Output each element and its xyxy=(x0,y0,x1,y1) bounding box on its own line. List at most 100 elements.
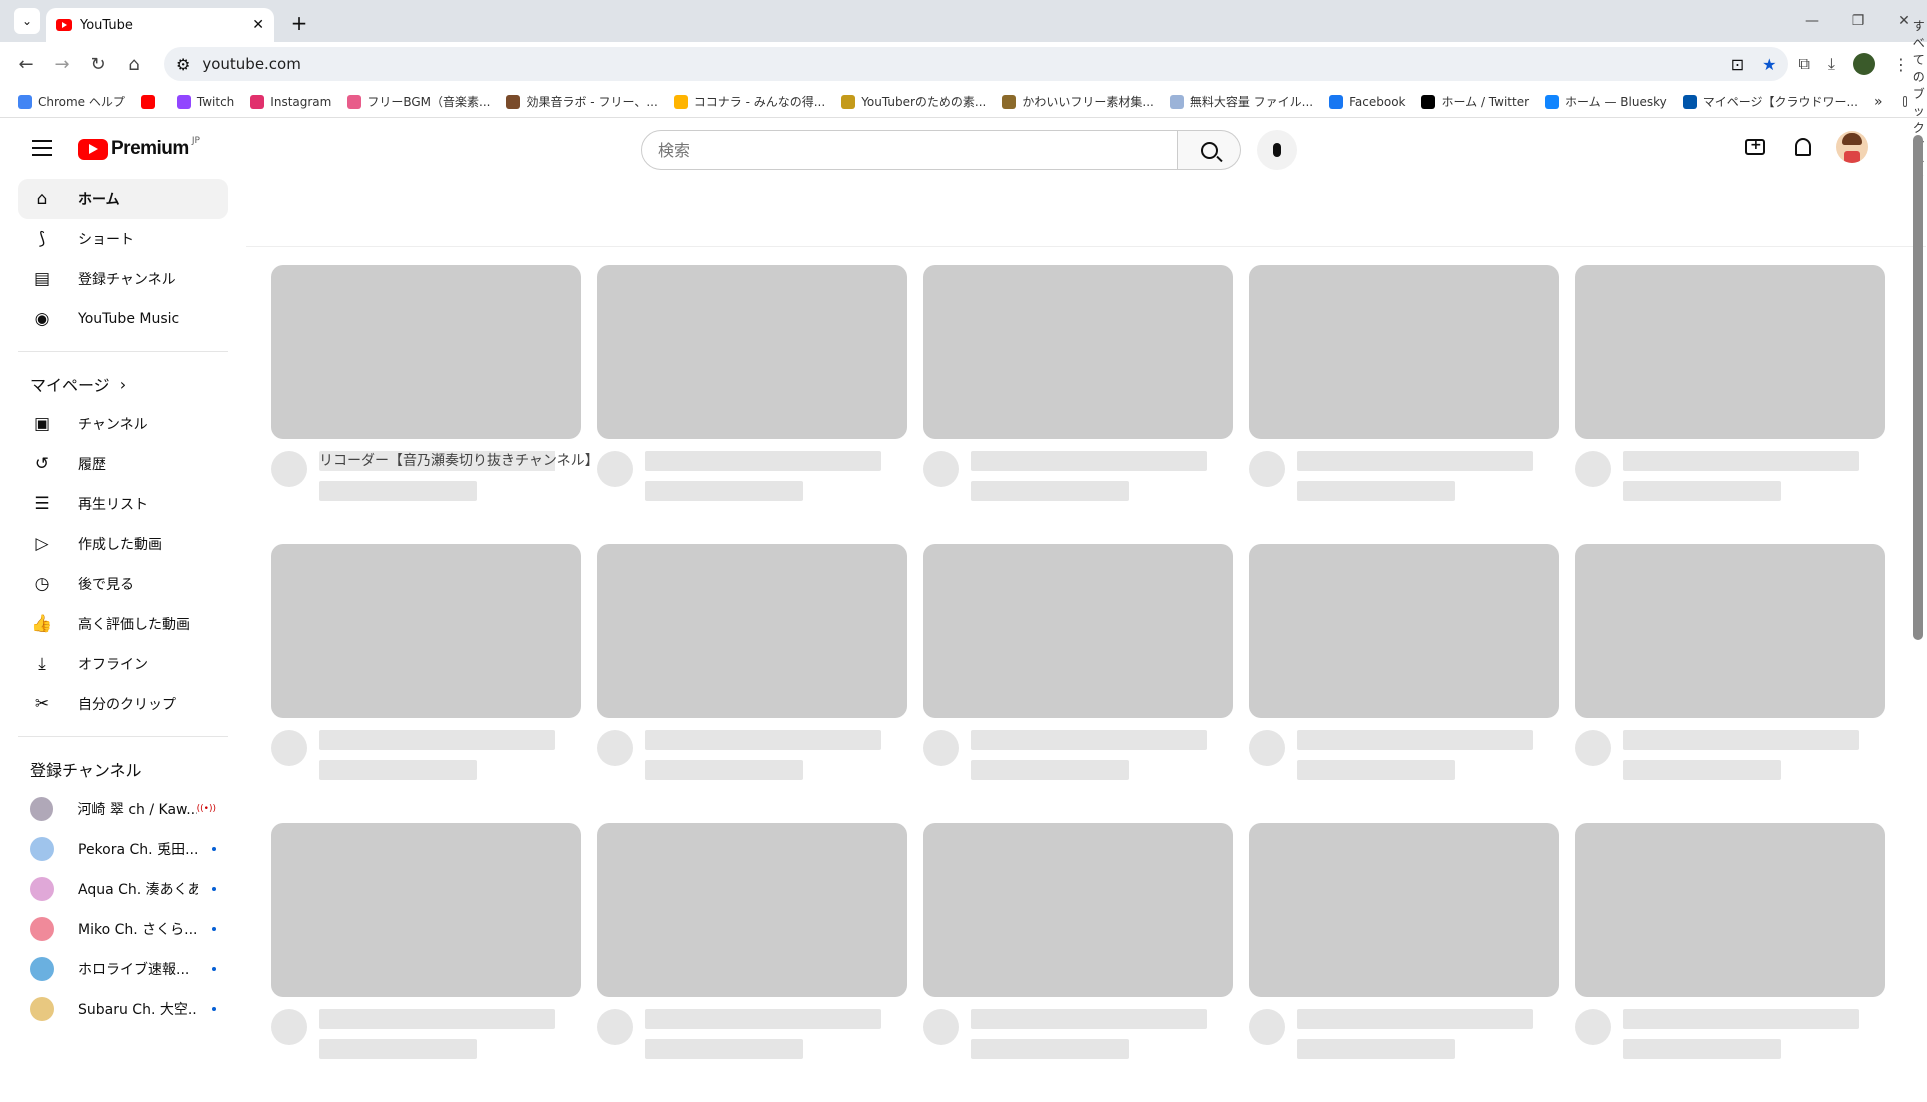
search-button[interactable] xyxy=(1178,130,1241,170)
bookmark-item[interactable]: ホーム / Twitter xyxy=(1421,93,1529,110)
notifications-button[interactable] xyxy=(1788,132,1818,162)
video-thumbnail-placeholder[interactable] xyxy=(597,265,907,439)
subscription-item[interactable]: Pekora Ch. 兎田... xyxy=(18,829,228,869)
sidebar-item[interactable]: ▤ 登録チャンネル xyxy=(18,259,228,299)
browser-tab[interactable]: YouTube ✕ xyxy=(46,8,274,42)
video-title-placeholder xyxy=(971,451,1207,471)
sidebar-item[interactable]: ⌂ ホーム xyxy=(18,179,228,219)
video-thumbnail-placeholder[interactable] xyxy=(1249,823,1559,997)
video-card[interactable] xyxy=(597,265,907,501)
close-icon[interactable]: ✕ xyxy=(252,17,264,33)
video-card[interactable] xyxy=(923,544,1233,780)
home-button-icon[interactable]: ⌂ xyxy=(118,48,150,80)
video-meta xyxy=(271,730,581,780)
video-card[interactable] xyxy=(1575,823,1885,1059)
video-row: リコーダー【音乃瀬奏切り抜きチャンネル】 xyxy=(271,265,1887,501)
back-icon[interactable]: ← xyxy=(10,48,42,80)
bookmark-item[interactable]: Facebook xyxy=(1329,93,1405,110)
video-card[interactable] xyxy=(923,823,1233,1059)
sidebar-item[interactable]: 👍 高く評価した動画 xyxy=(18,604,228,644)
subscription-item[interactable]: Subaru Ch. 大空... xyxy=(18,989,228,1029)
new-tab-button[interactable]: + xyxy=(284,8,314,38)
video-thumbnail-placeholder[interactable] xyxy=(271,265,581,439)
account-avatar[interactable] xyxy=(1836,131,1868,163)
subscription-item[interactable]: 河崎 翠 ch / Kaw... ((•)) xyxy=(18,789,228,829)
video-card[interactable] xyxy=(597,544,907,780)
forward-icon[interactable]: → xyxy=(46,48,78,80)
youtube-logo[interactable]: Premium JP xyxy=(78,136,200,160)
bookmark-item[interactable]: Twitch xyxy=(176,93,234,110)
video-card[interactable] xyxy=(923,265,1233,501)
page-scrollbar[interactable] xyxy=(1913,135,1923,640)
subscription-item[interactable]: ホロライブ速報... xyxy=(18,949,228,989)
subscription-item[interactable]: Aqua Ch. 湊あくあ xyxy=(18,869,228,909)
video-thumbnail-placeholder[interactable] xyxy=(923,823,1233,997)
sidebar-item[interactable]: ◉ YouTube Music xyxy=(18,299,228,339)
create-button[interactable] xyxy=(1740,132,1770,162)
extensions-icon[interactable]: ⧉ xyxy=(1798,54,1809,74)
mypage-header[interactable]: マイページ › xyxy=(18,364,228,404)
video-title-placeholder xyxy=(645,451,881,471)
video-thumbnail-placeholder[interactable] xyxy=(597,544,907,718)
bookmark-item[interactable]: 無料大容量 ファイル... xyxy=(1169,93,1314,110)
bookmark-item[interactable] xyxy=(140,93,161,110)
video-thumbnail-placeholder[interactable] xyxy=(1249,544,1559,718)
bookmark-label: 無料大容量 ファイル... xyxy=(1189,95,1314,109)
video-card[interactable] xyxy=(271,823,581,1059)
install-app-icon[interactable]: ⊡ xyxy=(1731,55,1744,74)
minimize-icon[interactable]: — xyxy=(1789,13,1835,29)
video-thumbnail-placeholder[interactable] xyxy=(1575,265,1885,439)
bookmark-item[interactable]: Instagram xyxy=(250,93,331,110)
video-thumbnail-placeholder[interactable] xyxy=(271,823,581,997)
video-card[interactable] xyxy=(1249,544,1559,780)
sidebar-item[interactable]: ◷ 後で見る xyxy=(18,564,228,604)
channel-avatar-placeholder xyxy=(1249,451,1285,487)
video-card[interactable] xyxy=(271,544,581,780)
bookmark-star-icon[interactable]: ★ xyxy=(1762,55,1776,74)
video-meta xyxy=(1575,451,1885,501)
video-thumbnail-placeholder[interactable] xyxy=(271,544,581,718)
video-thumbnail-placeholder[interactable] xyxy=(923,265,1233,439)
sidebar-item[interactable]: ⤓ オフライン xyxy=(18,644,228,684)
bookmark-item[interactable]: かわいいフリー素材集... xyxy=(1002,93,1154,110)
restore-icon[interactable]: ❐ xyxy=(1835,13,1881,29)
sidebar-item[interactable]: ⟆ ショート xyxy=(18,219,228,259)
sidebar-item[interactable]: ▷ 作成した動画 xyxy=(18,524,228,564)
subscription-item[interactable]: Miko Ch. さくら... xyxy=(18,909,228,949)
video-card[interactable]: リコーダー【音乃瀬奏切り抜きチャンネル】 xyxy=(271,265,599,501)
bookmark-item[interactable]: YouTuberのための素... xyxy=(841,93,986,110)
video-card[interactable] xyxy=(1249,265,1559,501)
channel-avatar-placeholder xyxy=(271,730,307,766)
site-info-icon[interactable]: ⚙ xyxy=(176,55,190,74)
video-card[interactable] xyxy=(1249,823,1559,1059)
video-thumbnail-placeholder[interactable] xyxy=(597,823,907,997)
guide-menu-icon[interactable] xyxy=(32,140,52,156)
reload-icon[interactable]: ↻ xyxy=(82,48,114,80)
tab-search-button[interactable]: ⌄ xyxy=(14,8,40,34)
sidebar-item[interactable]: ▣ チャンネル xyxy=(18,404,228,444)
profile-avatar[interactable] xyxy=(1853,53,1875,75)
shorts-icon: ⟆ xyxy=(38,229,46,249)
bookmark-item[interactable]: ホーム — Bluesky xyxy=(1545,93,1667,110)
search-input[interactable] xyxy=(641,130,1178,170)
bookmark-item[interactable]: Chrome ヘルプ xyxy=(18,93,125,110)
video-thumbnail-placeholder[interactable] xyxy=(923,544,1233,718)
address-bar[interactable]: ⚙ youtube.com ⊡ ★ xyxy=(164,47,1789,81)
downloads-icon[interactable]: ⤓ xyxy=(1828,54,1835,74)
video-card[interactable] xyxy=(597,823,907,1059)
channel-avatar-placeholder xyxy=(923,1009,959,1045)
bookmark-item[interactable]: 効果音ラボ - フリー、... xyxy=(506,93,658,110)
bookmark-item[interactable]: ココナラ - みんなの得... xyxy=(673,93,825,110)
sidebar-item[interactable]: ✂ 自分のクリップ xyxy=(18,684,228,724)
sidebar-item[interactable]: ↺ 履歴 xyxy=(18,444,228,484)
bookmarks-overflow-icon[interactable]: » xyxy=(1874,94,1883,110)
sidebar-item[interactable]: ☰ 再生リスト xyxy=(18,484,228,524)
video-card[interactable] xyxy=(1575,265,1885,501)
bookmark-item[interactable]: マイページ【クラウドワー... xyxy=(1682,93,1858,110)
voice-search-button[interactable] xyxy=(1257,130,1297,170)
video-card[interactable] xyxy=(1575,544,1885,780)
video-thumbnail-placeholder[interactable] xyxy=(1575,544,1885,718)
bookmark-item[interactable]: フリーBGM（音楽素... xyxy=(347,93,490,110)
video-thumbnail-placeholder[interactable] xyxy=(1575,823,1885,997)
video-thumbnail-placeholder[interactable] xyxy=(1249,265,1559,439)
